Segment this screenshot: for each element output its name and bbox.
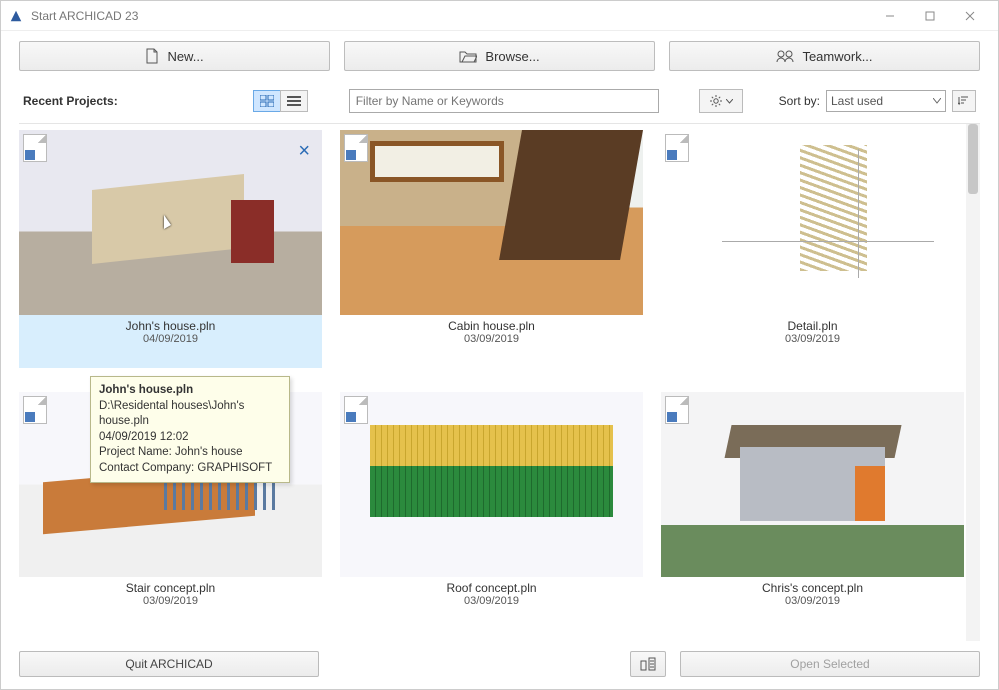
project-thumbnail <box>340 130 643 315</box>
project-date: 03/09/2019 <box>340 333 643 345</box>
top-button-row: New... Browse... Teamwork... <box>19 41 980 71</box>
teamwork-button-label: Teamwork... <box>802 49 872 64</box>
file-icon <box>23 396 47 424</box>
project-name: Chris's concept.pln <box>661 581 964 595</box>
teamwork-button[interactable]: Teamwork... <box>669 41 980 71</box>
project-card[interactable]: × John's house.pln 04/09/2019 <box>19 130 322 368</box>
title-bar: Start ARCHICAD 23 <box>1 1 998 31</box>
project-thumbnail <box>340 392 643 577</box>
building-compare-icon <box>640 657 656 671</box>
project-thumbnail <box>661 392 964 577</box>
maximize-button[interactable] <box>910 2 950 30</box>
project-date: 04/09/2019 <box>19 333 322 345</box>
settings-dropdown-button[interactable] <box>699 89 743 113</box>
chevron-down-icon <box>933 98 941 104</box>
remove-project-button[interactable]: × <box>298 140 310 163</box>
new-button-label: New... <box>167 49 203 64</box>
document-icon <box>145 48 159 64</box>
close-window-button[interactable] <box>950 2 990 30</box>
grid-icon <box>260 95 274 107</box>
folder-open-icon <box>459 49 477 63</box>
new-button[interactable]: New... <box>19 41 330 71</box>
cursor-icon <box>164 215 171 229</box>
quit-button-label: Quit ARCHICAD <box>125 657 212 671</box>
list-icon <box>287 95 301 107</box>
vertical-scrollbar[interactable] <box>966 124 980 641</box>
file-icon <box>665 396 689 424</box>
footer-row: Quit ARCHICAD Open Selected <box>19 651 980 677</box>
project-date: 03/09/2019 <box>340 595 643 607</box>
project-name: Roof concept.pln <box>340 581 643 595</box>
browse-button[interactable]: Browse... <box>344 41 655 71</box>
project-name: John's house.pln <box>19 319 322 333</box>
project-name: Stair concept.pln <box>19 581 322 595</box>
minimize-button[interactable] <box>870 2 910 30</box>
app-icon <box>9 9 23 23</box>
file-icon <box>23 134 47 162</box>
project-date: 03/09/2019 <box>19 595 322 607</box>
project-thumbnail: × <box>19 130 322 315</box>
open-selected-label: Open Selected <box>790 657 869 671</box>
teamwork-icon <box>776 49 794 63</box>
gear-icon <box>709 94 723 108</box>
project-card[interactable]: Detail.pln 03/09/2019 <box>661 130 964 368</box>
file-icon <box>665 134 689 162</box>
project-card[interactable]: Chris's concept.pln 03/09/2019 <box>661 392 964 630</box>
tooltip-path: D:\Residental houses\John's house.pln <box>99 399 281 430</box>
grid-view-button[interactable] <box>253 90 281 112</box>
filter-input[interactable] <box>349 89 659 113</box>
file-icon <box>344 134 368 162</box>
open-selected-button[interactable]: Open Selected <box>680 651 980 677</box>
chevron-down-icon <box>726 99 733 104</box>
tooltip-name: John's house.pln <box>99 383 281 399</box>
project-thumbnail <box>661 130 964 315</box>
browse-button-label: Browse... <box>485 49 539 64</box>
quit-button[interactable]: Quit ARCHICAD <box>19 651 319 677</box>
tooltip-project: Project Name: John's house <box>99 445 281 461</box>
toolbar-row: Recent Projects: <box>19 89 980 113</box>
project-card[interactable]: Cabin house.pln 03/09/2019 <box>340 130 643 368</box>
project-card[interactable]: Roof concept.pln 03/09/2019 <box>340 392 643 630</box>
tooltip-company: Contact Company: GRAPHISOFT <box>99 461 281 477</box>
sort-by-label: Sort by: <box>779 94 820 108</box>
list-view-button[interactable] <box>280 90 308 112</box>
project-name: Cabin house.pln <box>340 319 643 333</box>
sort-by-value: Last used <box>831 94 883 108</box>
compare-button[interactable] <box>630 651 666 677</box>
project-date: 03/09/2019 <box>661 333 964 345</box>
sort-direction-icon <box>958 95 970 107</box>
recent-projects-label: Recent Projects: <box>23 94 118 108</box>
project-tooltip: John's house.pln D:\Residental houses\Jo… <box>90 376 290 483</box>
file-icon <box>344 396 368 424</box>
sort-by-select[interactable]: Last used <box>826 90 946 112</box>
project-date: 03/09/2019 <box>661 595 964 607</box>
scrollbar-thumb[interactable] <box>968 124 978 194</box>
project-name: Detail.pln <box>661 319 964 333</box>
window-title: Start ARCHICAD 23 <box>31 9 870 23</box>
tooltip-datetime: 04/09/2019 12:02 <box>99 430 281 446</box>
sort-direction-button[interactable] <box>952 90 976 112</box>
